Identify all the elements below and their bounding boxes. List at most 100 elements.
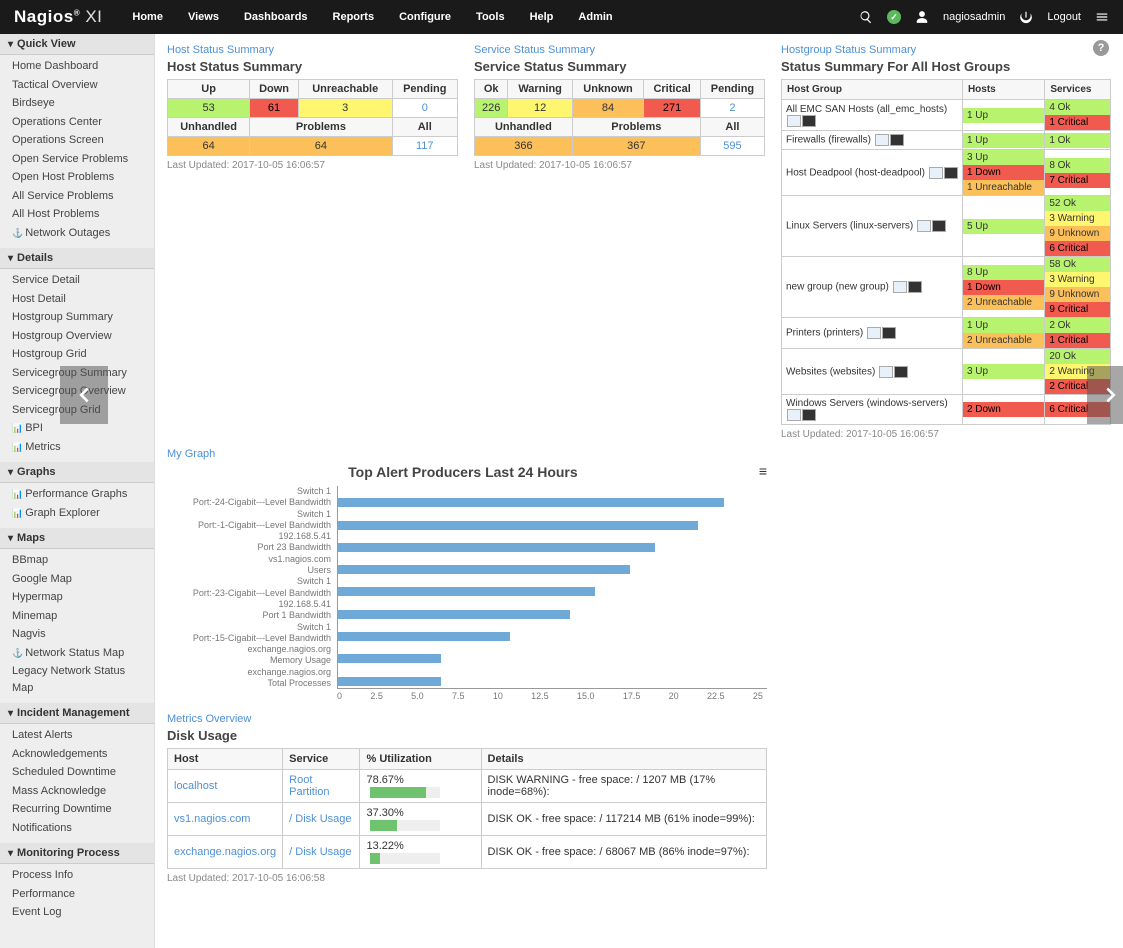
sidebar-item-latest-alerts[interactable]: Latest Alerts (0, 726, 154, 745)
chart-bar[interactable] (338, 565, 630, 574)
detail-icon[interactable] (894, 366, 908, 378)
grid-icon[interactable] (875, 134, 889, 146)
sidebar-item-home-dashboard[interactable]: Home Dashboard (0, 57, 154, 76)
sidebar-item-mass-acknowledge[interactable]: Mass Acknowledge (0, 782, 154, 801)
disk-svc-link[interactable]: / Disk Usage (289, 813, 351, 825)
menu-icon[interactable] (1095, 10, 1109, 24)
status-cell[interactable]: 61 (250, 99, 299, 118)
sidebar-section-graphs[interactable]: Graphs (0, 462, 154, 483)
status-badge[interactable]: 9 Critical (1045, 302, 1110, 317)
sidebar-item-nagvis[interactable]: Nagvis (0, 625, 154, 644)
sidebar-section-quick-view[interactable]: Quick View (0, 34, 154, 55)
status-badge[interactable]: 2 Unreachable (963, 295, 1044, 310)
help-icon[interactable]: ? (1093, 40, 1109, 56)
status-cell[interactable]: 0 (392, 99, 457, 118)
hostgroup-name[interactable]: Host Deadpool (host-deadpool) (786, 167, 925, 178)
hostgroup-name[interactable]: Firewalls (firewalls) (786, 135, 871, 146)
grid-icon[interactable] (787, 409, 801, 421)
sidebar-item-performance-graphs[interactable]: Performance Graphs (0, 485, 154, 504)
sidebar-item-hostgroup-summary[interactable]: Hostgroup Summary (0, 308, 154, 327)
grid-icon[interactable] (893, 281, 907, 293)
disk-svc-link[interactable]: / Disk Usage (289, 846, 351, 858)
status-badge[interactable]: 3 Warning (1045, 272, 1110, 287)
hostgroup-link[interactable]: Hostgroup Status Summary (781, 44, 1111, 56)
chart-bar[interactable] (338, 654, 441, 663)
sidebar-item-event-log[interactable]: Event Log (0, 903, 154, 922)
status-badge[interactable]: 3 Up (963, 364, 1044, 379)
status-ok-icon[interactable]: ✓ (887, 10, 901, 24)
sidebar-item-process-info[interactable]: Process Info (0, 866, 154, 885)
sidebar-item-all-service-problems[interactable]: All Service Problems (0, 187, 154, 206)
status-badge[interactable]: 9 Unknown (1045, 287, 1110, 302)
disk-host-link[interactable]: vs1.nagios.com (174, 813, 250, 825)
graph-link[interactable]: My Graph (167, 448, 767, 460)
status-cell[interactable]: 271 (644, 99, 701, 118)
sidebar-item-acknowledgements[interactable]: Acknowledgements (0, 745, 154, 764)
sidebar-section-incident-management[interactable]: Incident Management (0, 703, 154, 724)
topnav-help[interactable]: Help (530, 11, 554, 23)
sidebar-section-maps[interactable]: Maps (0, 528, 154, 549)
status-badge[interactable]: 8 Up (963, 265, 1044, 280)
detail-icon[interactable] (908, 281, 922, 293)
hostgroup-icons[interactable] (928, 167, 958, 178)
hostgroup-name[interactable]: Websites (websites) (786, 366, 875, 377)
chart-bar[interactable] (338, 610, 570, 619)
status-badge[interactable]: 2 Unreachable (963, 333, 1044, 348)
status-badge[interactable]: 1 Up (963, 108, 1044, 123)
sidebar-item-all-host-problems[interactable]: All Host Problems (0, 205, 154, 224)
disk-host-link[interactable]: exchange.nagios.org (174, 846, 276, 858)
status-cell[interactable]: 226 (475, 99, 508, 118)
status-badge[interactable]: 1 Up (963, 133, 1044, 148)
chart-bar[interactable] (338, 587, 595, 596)
logout-link[interactable]: Logout (1047, 11, 1081, 23)
topnav-admin[interactable]: Admin (578, 11, 612, 23)
topnav-configure[interactable]: Configure (399, 11, 451, 23)
disk-host-link[interactable]: localhost (174, 780, 217, 792)
status-badge[interactable]: 8 Ok (1045, 158, 1110, 173)
hostgroup-icons[interactable] (892, 282, 922, 293)
hostgroup-name[interactable]: Printers (printers) (786, 328, 863, 339)
status-cell[interactable]: 366 (475, 137, 573, 156)
status-badge[interactable]: 5 Up (963, 219, 1044, 234)
sidebar-item-operations-center[interactable]: Operations Center (0, 113, 154, 132)
status-cell[interactable]: 3 (298, 99, 392, 118)
status-badge[interactable]: 1 Up (963, 318, 1044, 333)
carousel-next-button[interactable] (1087, 366, 1123, 424)
sidebar-item-network-status-map[interactable]: Network Status Map (0, 644, 154, 663)
status-badge[interactable]: 4 Ok (1045, 100, 1110, 115)
sidebar-item-recurring-downtime[interactable]: Recurring Downtime (0, 800, 154, 819)
hostgroup-icons[interactable] (874, 135, 904, 146)
sidebar-section-details[interactable]: Details (0, 248, 154, 269)
topnav-home[interactable]: Home (132, 11, 163, 23)
status-badge[interactable]: 6 Critical (1045, 241, 1110, 256)
hostgroup-icons[interactable] (786, 410, 816, 421)
status-badge[interactable]: 1 Ok (1045, 133, 1110, 148)
sidebar-item-host-detail[interactable]: Host Detail (0, 290, 154, 309)
hostgroup-name[interactable]: new group (new group) (786, 282, 889, 293)
sidebar-item-open-host-problems[interactable]: Open Host Problems (0, 168, 154, 187)
sidebar-item-minemap[interactable]: Minemap (0, 607, 154, 626)
status-badge[interactable]: 20 Ok (1045, 349, 1110, 364)
status-badge[interactable]: 58 Ok (1045, 257, 1110, 272)
sidebar-item-notifications[interactable]: Notifications (0, 819, 154, 838)
sidebar-item-birdseye[interactable]: Birdseye (0, 94, 154, 113)
sidebar-item-hostgroup-grid[interactable]: Hostgroup Grid (0, 345, 154, 364)
status-badge[interactable]: 1 Down (963, 165, 1044, 180)
status-cell[interactable]: 64 (250, 137, 392, 156)
status-badge[interactable]: 7 Critical (1045, 173, 1110, 188)
status-badge[interactable]: 1 Critical (1045, 115, 1110, 130)
sidebar-item-metrics[interactable]: Metrics (0, 438, 154, 457)
chart-menu-icon[interactable]: ≡ (759, 463, 767, 479)
grid-icon[interactable] (879, 366, 893, 378)
status-badge[interactable]: 2 Ok (1045, 318, 1110, 333)
service-status-link[interactable]: Service Status Summary (474, 44, 765, 56)
status-badge[interactable]: 1 Down (963, 280, 1044, 295)
status-badge[interactable]: 3 Up (963, 150, 1044, 165)
grid-icon[interactable] (787, 115, 801, 127)
sidebar-item-hypermap[interactable]: Hypermap (0, 588, 154, 607)
hostgroup-icons[interactable] (878, 366, 908, 377)
topnav-tools[interactable]: Tools (476, 11, 505, 23)
status-cell[interactable]: 595 (700, 137, 764, 156)
status-badge[interactable]: 9 Unknown (1045, 226, 1110, 241)
hostgroup-icons[interactable] (866, 328, 896, 339)
